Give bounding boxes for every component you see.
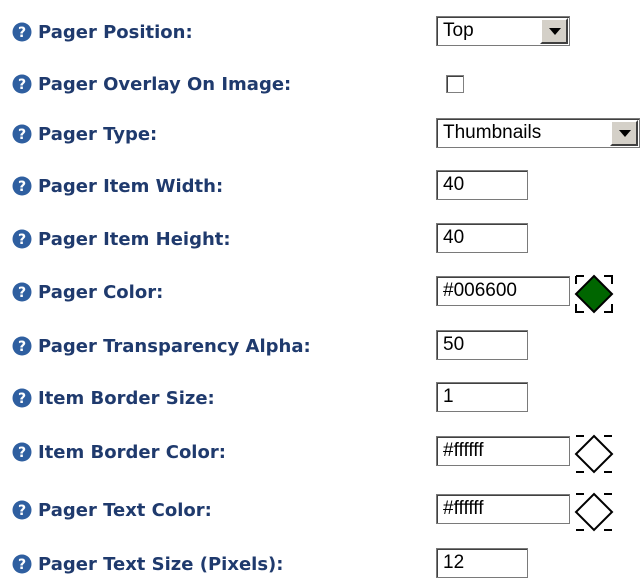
pager-type-text: Pager Type: [38, 123, 158, 145]
help-question-icon[interactable]: ? [12, 336, 32, 356]
pager-position-select[interactable]: Top [436, 16, 570, 46]
color-picker-icon[interactable] [574, 492, 614, 532]
svg-text:?: ? [18, 445, 26, 461]
border-color-input[interactable]: #ffffff [436, 436, 570, 466]
text-size-input[interactable]: 12 [436, 548, 528, 578]
pager-color-input[interactable]: #006600 [436, 276, 570, 306]
chevron-down-icon[interactable] [610, 120, 638, 146]
help-question-icon[interactable]: ? [12, 282, 32, 302]
svg-text:?: ? [18, 285, 26, 301]
item-height-label: ? Pager Item Height: [12, 219, 231, 259]
pager-color-text: Pager Color: [38, 281, 164, 303]
pager-position-row: ? Pager Position: Top [0, 12, 640, 52]
item-height-input[interactable]: 40 [436, 223, 528, 253]
help-question-icon[interactable]: ? [12, 124, 32, 144]
text-color-row: ? Pager Text Color: #ffffff [0, 490, 640, 532]
item-width-label: ? Pager Item Width: [12, 166, 223, 206]
border-size-text: Item Border Size: [38, 387, 215, 409]
help-question-icon[interactable]: ? [12, 22, 32, 42]
svg-text:?: ? [18, 127, 26, 143]
svg-text:?: ? [18, 232, 26, 248]
border-size-row: ? Item Border Size: 1 [0, 378, 640, 418]
svg-text:?: ? [18, 179, 26, 195]
text-size-text: Pager Text Size (Pixels): [38, 553, 284, 575]
color-picker-icon[interactable] [574, 274, 614, 314]
border-color-label: ? Item Border Color: [12, 432, 226, 472]
transparency-label: ? Pager Transparency Alpha: [12, 326, 311, 366]
help-question-icon[interactable]: ? [12, 176, 32, 196]
pager-type-row: ? Pager Type: Thumbnails [0, 114, 640, 154]
text-color-text: Pager Text Color: [38, 499, 212, 521]
border-size-label: ? Item Border Size: [12, 378, 215, 418]
svg-text:?: ? [18, 339, 26, 355]
item-height-row: ? Pager Item Height: 40 [0, 219, 640, 259]
pager-type-value: Thumbnails [443, 122, 542, 143]
item-width-row: ? Pager Item Width: 40 [0, 166, 640, 206]
transparency-input[interactable]: 50 [436, 330, 528, 360]
text-size-row: ? Pager Text Size (Pixels): 12 [0, 544, 640, 579]
svg-text:?: ? [18, 503, 26, 519]
help-question-icon[interactable]: ? [12, 442, 32, 462]
pager-color-row: ? Pager Color: #006600 [0, 272, 640, 314]
help-question-icon[interactable]: ? [12, 229, 32, 249]
svg-text:?: ? [18, 391, 26, 407]
item-width-text: Pager Item Width: [38, 175, 224, 197]
transparency-text: Pager Transparency Alpha: [38, 335, 311, 357]
svg-text:?: ? [18, 557, 26, 573]
pager-color-label: ? Pager Color: [12, 272, 163, 312]
help-question-icon[interactable]: ? [12, 554, 32, 574]
help-question-icon[interactable]: ? [12, 500, 32, 520]
pager-overlay-text: Pager Overlay On Image: [38, 73, 292, 95]
pager-overlay-row: ? Pager Overlay On Image: [0, 64, 640, 104]
chevron-down-icon[interactable] [540, 18, 568, 44]
border-color-row: ? Item Border Color: #ffffff [0, 432, 640, 474]
pager-overlay-checkbox[interactable] [446, 75, 464, 93]
text-color-input[interactable]: #ffffff [436, 494, 570, 524]
pager-overlay-label: ? Pager Overlay On Image: [12, 64, 291, 104]
svg-text:?: ? [18, 77, 26, 93]
text-size-label: ? Pager Text Size (Pixels): [12, 544, 283, 584]
help-question-icon[interactable]: ? [12, 74, 32, 94]
text-color-label: ? Pager Text Color: [12, 490, 212, 530]
pager-position-value: Top [443, 20, 474, 41]
pager-position-label: ? Pager Position: [12, 12, 193, 52]
item-width-input[interactable]: 40 [436, 170, 528, 200]
pager-type-label: ? Pager Type: [12, 114, 157, 154]
help-question-icon[interactable]: ? [12, 388, 32, 408]
transparency-row: ? Pager Transparency Alpha: 50 [0, 326, 640, 366]
svg-text:?: ? [18, 25, 26, 41]
border-color-text: Item Border Color: [38, 441, 226, 463]
border-size-input[interactable]: 1 [436, 382, 528, 412]
pager-type-select[interactable]: Thumbnails [436, 118, 640, 148]
item-height-text: Pager Item Height: [38, 228, 231, 250]
color-picker-icon[interactable] [574, 434, 614, 474]
pager-position-text: Pager Position: [38, 21, 193, 43]
